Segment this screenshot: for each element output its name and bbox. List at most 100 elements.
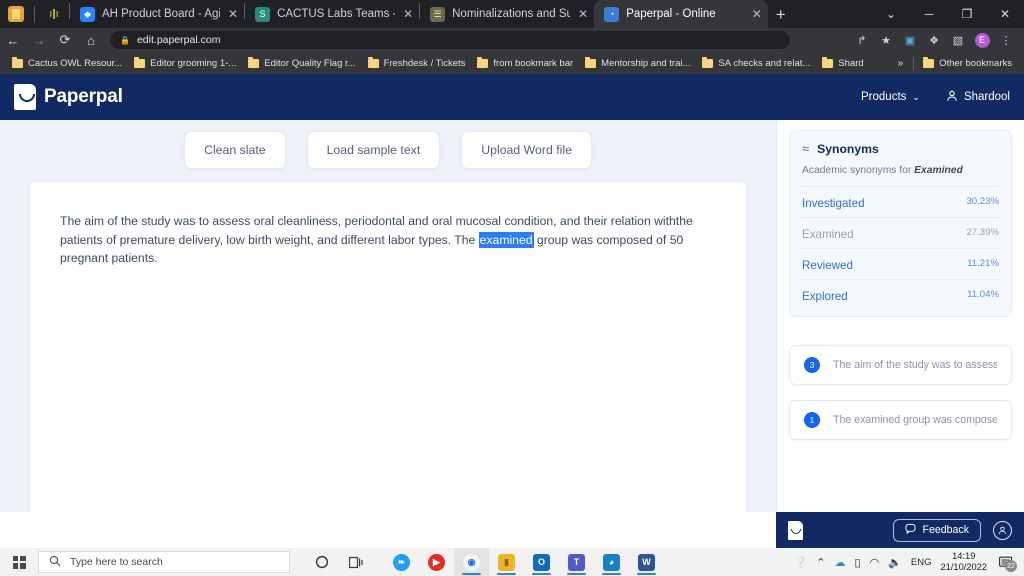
battery-icon[interactable]: ▯ (855, 556, 861, 569)
synonym-word[interactable]: Reviewed (802, 259, 853, 272)
user-menu[interactable]: Shardool (946, 90, 1010, 105)
bookmark-star-icon[interactable]: ★ (874, 28, 898, 52)
address-bar[interactable]: 🔒 edit.paperpal.com (110, 31, 790, 49)
load-sample-text-button[interactable]: Load sample text (307, 131, 441, 169)
system-app-icon[interactable] (8, 6, 24, 22)
taskbar-app-word[interactable]: W (629, 548, 664, 576)
close-icon[interactable]: ✕ (228, 8, 238, 20)
search-icon (49, 555, 61, 570)
editor-area: Clean slate Load sample text Upload Word… (0, 120, 776, 524)
paperpal-logo[interactable]: Paperpal (14, 84, 123, 110)
bookmarks-overflow-icon[interactable]: » (891, 58, 911, 69)
notification-center-icon[interactable]: 22 (996, 552, 1016, 572)
start-button[interactable] (0, 548, 38, 576)
maximize-button[interactable]: ❐ (948, 0, 986, 28)
document-icon[interactable] (788, 521, 803, 540)
browser-tab-3[interactable]: ☰ Nominalizations and Subject Pos ✕ (420, 0, 594, 28)
clean-slate-button[interactable]: Clean slate (184, 131, 286, 169)
upload-word-file-button[interactable]: Upload Word file (461, 131, 592, 169)
chevron-down-icon: ⌄ (912, 92, 920, 103)
other-bookmarks-label: Other bookmarks (939, 58, 1012, 69)
synonym-word[interactable]: Investigated (802, 197, 865, 210)
bookmark-label: from bookmark bar (493, 58, 573, 69)
chevron-up-icon[interactable]: ⌃ (816, 556, 825, 569)
document-card[interactable]: The aim of the study was to assess oral … (30, 182, 746, 524)
clock[interactable]: 14:19 21/10/2022 (940, 551, 987, 574)
taskbar-app-twitter[interactable]: ❧ (384, 548, 419, 576)
synonym-row[interactable]: Examined 27.39% (802, 217, 999, 248)
sidepanel-icon[interactable]: ▧ (946, 28, 970, 52)
synonym-row[interactable]: Reviewed 11.21% (802, 248, 999, 279)
bookmark-item[interactable]: Freshdesk / Tickets (362, 58, 472, 69)
synonym-row[interactable]: Investigated 30.23% (802, 186, 999, 217)
synonym-score: 11.21% (967, 258, 999, 272)
bookmark-item[interactable]: Cactus OWL Resour... (6, 58, 128, 69)
feedback-button[interactable]: Feedback (893, 519, 981, 542)
other-bookmarks-item[interactable]: Other bookmarks (917, 58, 1018, 69)
share-icon[interactable]: ↱ (850, 28, 874, 52)
close-window-button[interactable]: ✕ (986, 0, 1024, 28)
app-blue-icon: ◕ (603, 554, 620, 571)
suggestion-card[interactable]: 3 The aim of the study was to assess... (789, 345, 1012, 385)
chrome-menu-icon[interactable]: ⋮ (994, 28, 1018, 52)
help-icon[interactable]: ❔ (794, 556, 808, 569)
new-tab-button[interactable]: + (776, 6, 786, 23)
document-text[interactable]: The aim of the study was to assess oral … (30, 182, 746, 268)
language-indicator[interactable]: ENG (911, 557, 932, 568)
bookmark-item[interactable]: Editor Quality Flag r... (242, 58, 361, 69)
synonym-word[interactable]: Examined (802, 228, 854, 241)
synonym-word[interactable]: Explored (802, 290, 848, 303)
taskbar-search-input[interactable]: Type here to search (38, 551, 290, 573)
close-icon[interactable]: ✕ (752, 8, 762, 20)
profile-avatar[interactable]: E (970, 28, 994, 52)
back-button[interactable]: ← (0, 28, 26, 52)
browser-tab-4-active[interactable]: ◔ Paperpal - Online ✕ (594, 0, 768, 28)
suggestion-card[interactable]: 1 The examined group was compose... (789, 400, 1012, 440)
forward-button[interactable]: → (26, 28, 52, 52)
minimize-button[interactable]: ─ (910, 0, 948, 28)
synonym-score: 30.23% (966, 196, 999, 210)
browser-tab-1[interactable]: ◆ AH Product Board - Agile Board ✕ (70, 0, 244, 28)
cortana-icon[interactable] (304, 548, 339, 576)
taskbar-app-file-explorer[interactable]: ▮ (489, 548, 524, 576)
products-menu[interactable]: Products ⌄ (861, 91, 920, 103)
volume-icon[interactable]: 🔈 (888, 556, 902, 569)
extension-blue-icon[interactable]: ▣ (898, 28, 922, 52)
tab-search-chevron-icon[interactable]: ⌄ (872, 0, 910, 28)
word-icon: W (638, 554, 655, 571)
jira-icon: ◆ (80, 7, 95, 22)
avatar: E (975, 33, 990, 48)
bookmark-item[interactable]: Mentorship and trai... (579, 58, 696, 69)
account-icon[interactable] (993, 521, 1012, 540)
paperpal-icon: ◔ (604, 7, 619, 22)
taskbar-app-media-player[interactable]: ▶ (419, 548, 454, 576)
folder-icon (585, 59, 596, 68)
bookmark-item[interactable]: Editor grooming 1-... (128, 58, 242, 69)
taskbar-app-teams[interactable]: T (559, 548, 594, 576)
network-icon[interactable]: ◠ (870, 556, 880, 569)
url-text: edit.paperpal.com (137, 34, 220, 46)
taskbar-app-chrome[interactable]: ◉ (454, 548, 489, 576)
pinned-tab-icon[interactable] (41, 6, 67, 22)
taskbar-app-blue[interactable]: ◕ (594, 548, 629, 576)
twitter-icon: ❧ (393, 554, 410, 571)
extensions-puzzle-icon[interactable]: ❖ (922, 28, 946, 52)
browser-tab-2[interactable]: S CACTUS Labs Teams - Article 4_C ✕ (245, 0, 419, 28)
onedrive-icon[interactable]: ☁ (835, 556, 846, 569)
home-button[interactable]: ⌂ (78, 28, 104, 52)
bookmark-item[interactable]: Shard (816, 58, 869, 69)
folder-icon (134, 59, 145, 68)
synonym-row[interactable]: Explored 11.04% (802, 279, 999, 310)
header-nav: Products ⌄ Shardool (861, 90, 1010, 105)
task-view-icon[interactable] (339, 548, 374, 576)
editor-footer-spacer (0, 512, 776, 548)
bookmark-item[interactable]: from bookmark bar (471, 58, 579, 69)
clock-date: 21/10/2022 (940, 562, 987, 573)
reload-button[interactable]: ⟳ (52, 28, 78, 52)
taskbar-app-outlook[interactable]: O (524, 548, 559, 576)
folder-icon (702, 59, 713, 68)
close-icon[interactable]: ✕ (403, 8, 413, 20)
highlighted-word[interactable]: examined (479, 232, 534, 248)
bookmark-item[interactable]: SA checks and relat... (696, 58, 816, 69)
close-icon[interactable]: ✕ (578, 8, 588, 20)
